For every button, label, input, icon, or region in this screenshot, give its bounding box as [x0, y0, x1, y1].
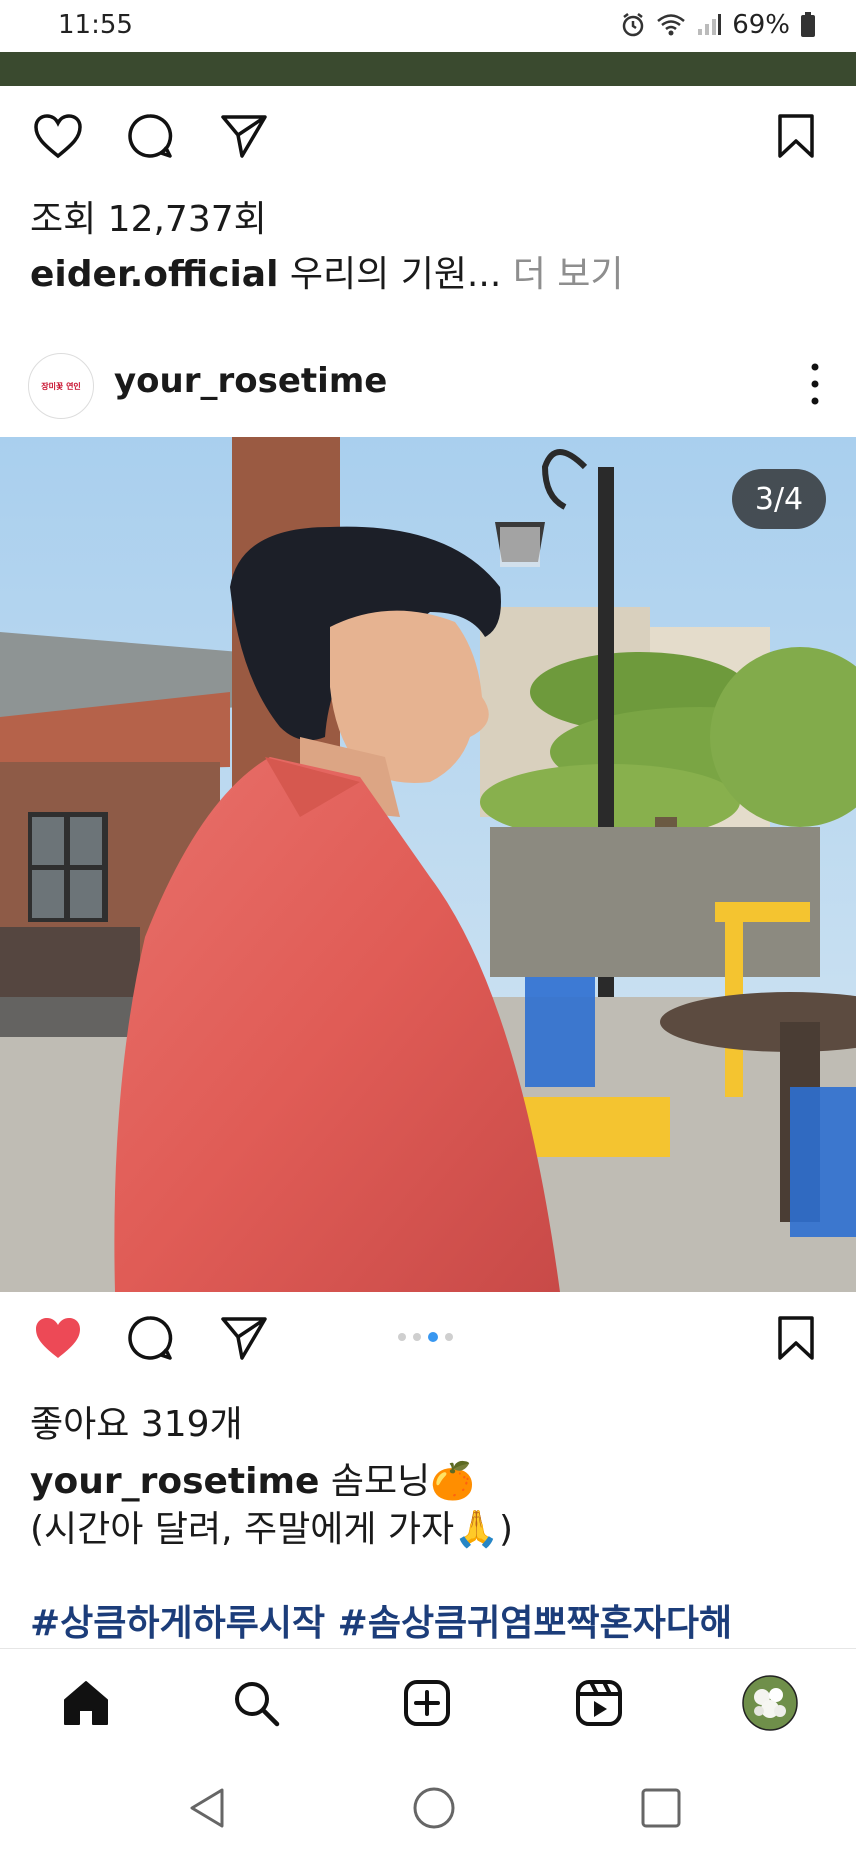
post-header: 장미꽃 연인 your_rosetime	[0, 345, 856, 435]
home-icon	[64, 1681, 108, 1725]
caption-text: 우리의 기원...	[289, 254, 502, 295]
bookmark-button[interactable]	[766, 1308, 826, 1368]
nav-create[interactable]	[395, 1671, 459, 1735]
bookmark-button[interactable]	[766, 106, 826, 166]
system-nav-bar	[0, 1758, 856, 1855]
previous-post-media-edge[interactable]	[0, 52, 856, 86]
bottom-nav	[0, 1648, 856, 1759]
like-button[interactable]	[28, 1308, 88, 1368]
battery-icon	[801, 12, 815, 37]
like-count[interactable]: 좋아요 319개	[30, 1395, 243, 1447]
nav-reels[interactable]	[567, 1671, 631, 1735]
carousel-dots	[398, 1332, 453, 1342]
system-back-button[interactable]	[178, 1780, 234, 1836]
post-avatar[interactable]: 장미꽃 연인	[28, 353, 94, 419]
reels-icon	[576, 1680, 622, 1726]
share-icon	[221, 115, 267, 158]
status-icons: 69%	[620, 10, 816, 40]
share-button[interactable]	[214, 1308, 274, 1368]
nav-home[interactable]	[54, 1671, 118, 1735]
comment-icon	[128, 114, 173, 158]
nav-profile[interactable]	[738, 1671, 802, 1735]
previous-caption: eider.official 우리의 기원... 더 보기	[30, 245, 624, 297]
add-icon	[404, 1680, 450, 1726]
search-icon	[235, 1682, 280, 1727]
status-time: 11:55	[58, 10, 133, 40]
caption-line-2: (시간아 달려, 주말에게 가자🙏)	[30, 1509, 514, 1550]
carousel-dot	[398, 1333, 406, 1341]
caption-username[interactable]: eider.official	[30, 254, 278, 295]
photo-scene	[0, 437, 856, 1292]
carousel-counter: 3/4	[732, 469, 826, 529]
back-triangle-icon	[190, 1788, 224, 1828]
share-button[interactable]	[214, 106, 274, 166]
status-bar: 11:55 69%	[0, 0, 856, 52]
post-photo[interactable]: 3/4	[0, 437, 856, 1292]
heart-filled-icon	[36, 1318, 80, 1358]
battery-percent: 69%	[732, 10, 790, 40]
home-circle-icon	[413, 1787, 455, 1829]
bookmark-icon	[778, 114, 814, 158]
profile-avatar	[742, 1675, 798, 1731]
caption-username[interactable]: your_rosetime	[30, 1461, 319, 1502]
signal-icon	[698, 14, 722, 35]
recents-square-icon	[641, 1788, 681, 1828]
more-icon[interactable]	[800, 359, 830, 409]
system-recents-button[interactable]	[633, 1780, 689, 1836]
system-home-button[interactable]	[406, 1780, 462, 1836]
post-caption: your_rosetime 솜모닝🍊	[30, 1452, 475, 1504]
view-count: 조회 12,737회	[30, 199, 267, 240]
comment-button[interactable]	[120, 1308, 180, 1368]
wifi-icon	[657, 14, 686, 36]
like-button[interactable]	[28, 106, 88, 166]
alarm-icon	[622, 13, 644, 37]
caption-line-1: 솜모닝🍊	[330, 1461, 476, 1502]
comment-icon	[128, 1316, 173, 1360]
heart-icon	[34, 114, 82, 159]
bookmark-icon	[778, 1316, 814, 1360]
nav-search[interactable]	[224, 1671, 288, 1735]
post-username[interactable]: your_rosetime	[114, 361, 387, 401]
previous-post-actions	[0, 96, 856, 176]
share-icon	[221, 1317, 267, 1360]
more-link[interactable]: 더 보기	[513, 254, 624, 295]
carousel-dot	[445, 1333, 453, 1341]
hashtags[interactable]: #상큼하게하루시작 #솜상큼귀염뽀짝혼자다해	[30, 1594, 732, 1646]
avatar-logo-text: 장미꽃 연인	[41, 381, 81, 391]
carousel-dot-active	[428, 1332, 438, 1342]
carousel-dot	[413, 1333, 421, 1341]
comment-button[interactable]	[120, 106, 180, 166]
